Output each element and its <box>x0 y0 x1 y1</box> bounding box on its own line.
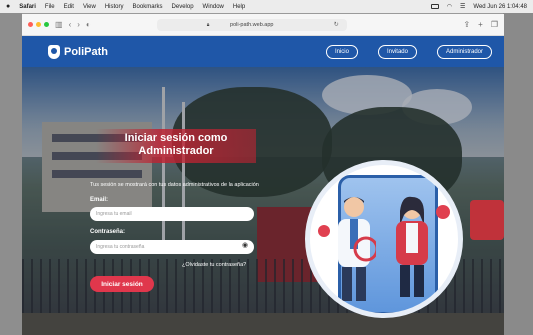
browser-toolbar: ▥ ‹ › ◐ 🔒︎ poli-path.web.app ↻ ⇪ + ❐ <box>22 14 504 36</box>
share-icon[interactable]: ⇪ <box>463 20 470 29</box>
menu-develop[interactable]: Develop <box>172 4 194 10</box>
control-center-icon[interactable]: ☰ <box>460 3 465 10</box>
reload-icon[interactable]: ↻ <box>334 21 339 28</box>
forgot-password-link[interactable]: ¿Olvidaste tu contraseña? <box>182 262 246 268</box>
menubar-clock[interactable]: Wed Jun 26 1:04:48 <box>473 4 527 10</box>
battery-icon[interactable] <box>430 4 439 9</box>
menu-safari[interactable]: Safari <box>19 4 36 10</box>
new-tab-icon[interactable]: + <box>478 20 483 29</box>
address-bar[interactable]: 🔒︎ poli-path.web.app ↻ <box>156 18 347 31</box>
nav-administrador-button[interactable]: Administrador <box>436 44 492 59</box>
lock-icon: 🔒︎ <box>206 21 210 28</box>
main-nav: Inicio Invitado Administrador <box>325 44 492 59</box>
decorative-card <box>470 200 504 240</box>
password-label: Contraseña: <box>90 229 126 235</box>
profile-badge-icon <box>436 205 450 219</box>
menu-file[interactable]: File <box>45 4 55 10</box>
email-label: Email: <box>90 197 109 203</box>
desktop-left <box>0 13 22 335</box>
nav-invitado-button[interactable]: Invitado <box>377 44 417 59</box>
browser-window: ▥ ‹ › ◐ 🔒︎ poli-path.web.app ↻ ⇪ + ❐ Pol… <box>22 14 504 335</box>
password-field[interactable]: Ingresa tu contraseña <box>90 240 254 254</box>
woman-illustration <box>396 196 428 297</box>
menu-window[interactable]: Window <box>203 4 224 10</box>
menu-edit[interactable]: Edit <box>64 4 74 10</box>
show-password-icon[interactable]: ◉ <box>242 241 248 249</box>
menu-view[interactable]: View <box>83 4 96 10</box>
map-pin-icon <box>318 225 330 237</box>
login-subtitle: Tus sesión se mostrará con tus datos adm… <box>90 182 259 188</box>
shield-logo-icon <box>48 44 60 59</box>
login-submit-button[interactable]: Iniciar sesión <box>90 276 154 292</box>
privacy-shield-icon[interactable]: ◐ <box>86 20 91 29</box>
toolbar-right: ⇪ + ❐ <box>463 20 498 29</box>
address-url: poli-path.web.app <box>230 21 274 28</box>
site-header: PoliPath Inicio Invitado Administrador <box>22 36 504 67</box>
menu-bookmarks[interactable]: Bookmarks <box>133 4 163 10</box>
forward-icon[interactable]: › <box>77 20 80 29</box>
apple-icon[interactable]: ● <box>6 3 10 10</box>
close-window-button[interactable] <box>28 22 33 27</box>
tab-overview-icon[interactable]: ❐ <box>491 20 498 29</box>
menu-history[interactable]: History <box>105 4 124 10</box>
mac-menubar: ● Safari File Edit View History Bookmark… <box>0 0 533 13</box>
menubar-status: ◠ ☰ Wed Jun 26 1:04:48 <box>430 3 527 10</box>
wifi-icon[interactable]: ◠ <box>447 3 452 10</box>
brand-name: PoliPath <box>64 45 109 58</box>
nav-inicio-button[interactable]: Inicio <box>325 44 358 59</box>
back-icon[interactable]: ‹ <box>69 20 72 29</box>
illustration-circle <box>305 160 463 318</box>
sidebar-icon[interactable]: ▥ <box>55 20 63 29</box>
site-logo[interactable]: PoliPath <box>48 44 109 59</box>
minimize-window-button[interactable] <box>36 22 41 27</box>
desktop-right <box>503 13 533 335</box>
login-title: Iniciar sesión como Administrador <box>124 132 228 157</box>
window-controls <box>28 22 49 27</box>
email-field[interactable]: Ingresa tu email <box>90 207 254 221</box>
zoom-window-button[interactable] <box>44 22 49 27</box>
menu-help[interactable]: Help <box>233 4 245 10</box>
man-illustration <box>338 197 376 301</box>
